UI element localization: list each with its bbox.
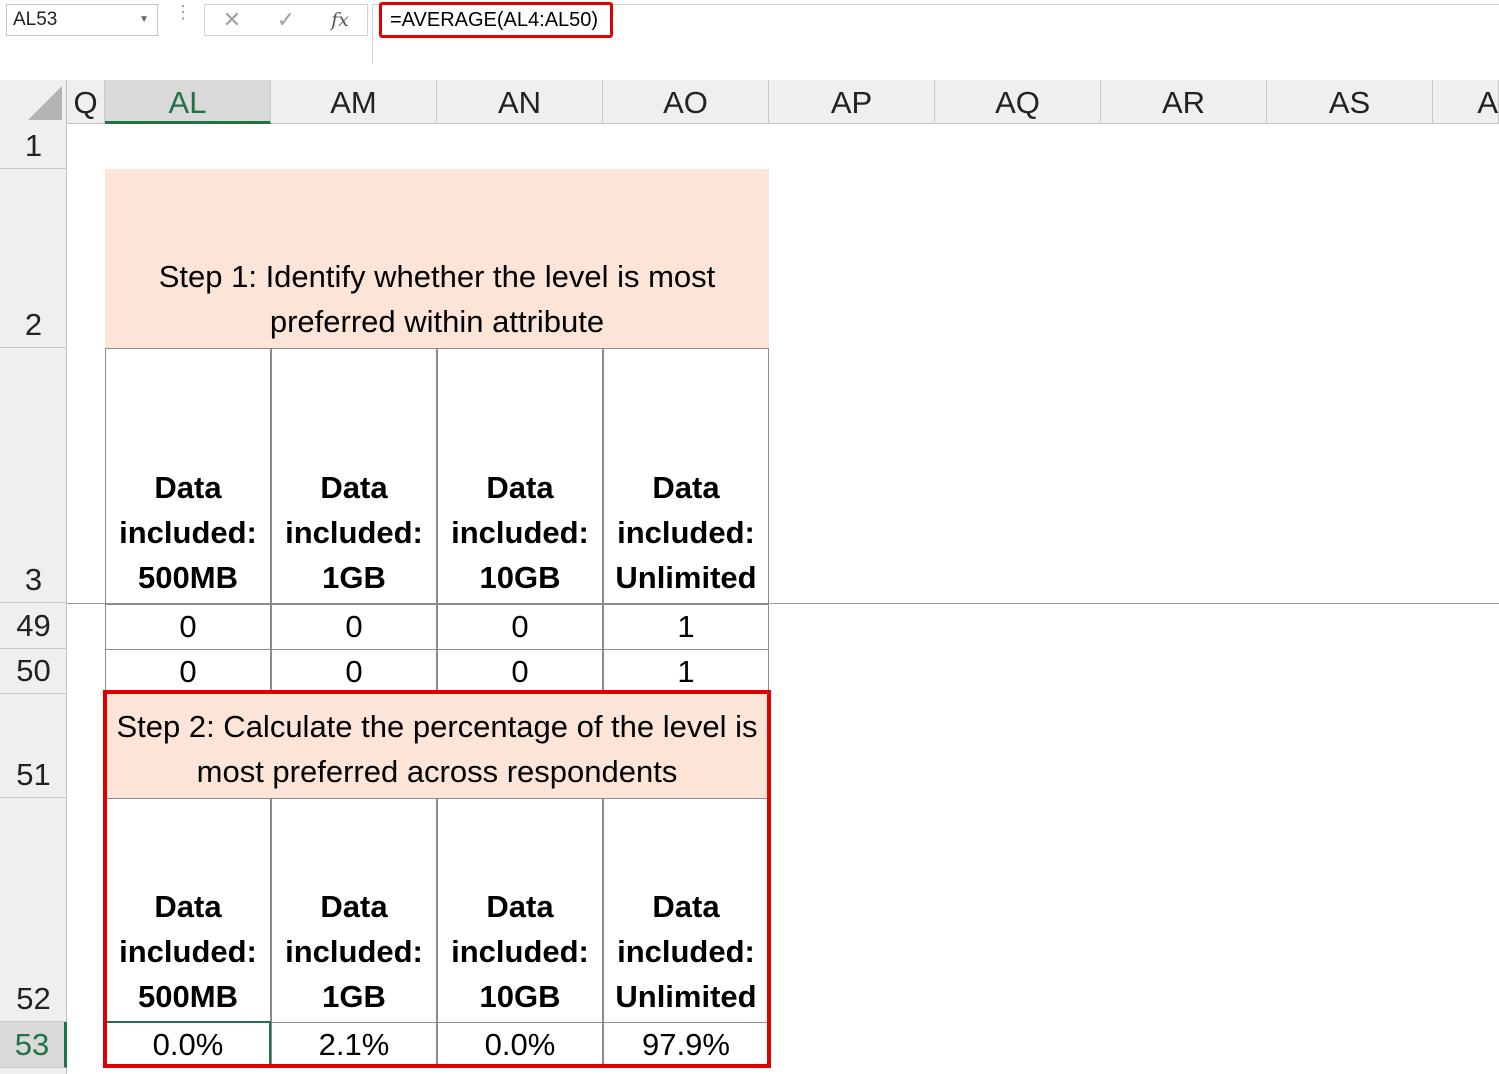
enter-icon[interactable]: ✓ xyxy=(271,5,301,35)
name-box[interactable]: AL53 ▼ xyxy=(6,4,158,36)
row-header-52[interactable]: 52 xyxy=(0,798,67,1022)
header-cell-10gb-2[interactable]: Data included: 10GB xyxy=(437,798,603,1023)
column-header-ao[interactable]: AO xyxy=(603,80,769,124)
row-header-53[interactable]: 53 xyxy=(0,1022,67,1068)
row-header-49[interactable]: 49 xyxy=(0,604,67,649)
column-header-am[interactable]: AM xyxy=(271,80,437,124)
formula-bar-area: AL53 ▼ ⋮ ✕ ✓ fx =AVERAGE(AL4:AL50) xyxy=(0,0,1499,64)
chevron-down-icon[interactable]: ▼ xyxy=(139,5,149,35)
header-text: Data included: Unlimited xyxy=(615,889,757,1014)
step1-cell[interactable]: Step 1: Identify whether the level is mo… xyxy=(105,169,769,348)
cancel-icon[interactable]: ✕ xyxy=(217,5,247,35)
column-header-aq[interactable]: AQ xyxy=(935,80,1101,124)
step2-cell[interactable]: Step 2: Calculate the percentage of the … xyxy=(105,694,769,798)
header-cell-1gb[interactable]: Data included: 1GB xyxy=(271,348,437,604)
cell-al50[interactable]: 0 xyxy=(105,649,271,695)
cell-am53[interactable]: 2.1% xyxy=(271,1022,437,1068)
cell-ao50[interactable]: 1 xyxy=(603,649,769,695)
select-all-corner[interactable] xyxy=(0,80,67,124)
cell-al53-selected[interactable]: 0.0% xyxy=(105,1021,271,1068)
column-header-ar[interactable]: AR xyxy=(1101,80,1267,124)
cell-ao49[interactable]: 1 xyxy=(603,604,769,650)
column-header-partial[interactable]: A xyxy=(1433,80,1499,124)
column-header-q[interactable]: Q xyxy=(67,80,105,124)
header-text: Data included: 1GB xyxy=(285,470,423,595)
more-options-icon[interactable]: ⋮ xyxy=(174,3,192,32)
cell-am49[interactable]: 0 xyxy=(271,604,437,650)
header-text: Data included: 500MB xyxy=(119,889,257,1014)
header-cell-1gb-2[interactable]: Data included: 1GB xyxy=(271,798,437,1023)
row-header-3[interactable]: 3 xyxy=(0,348,67,603)
row-header-50[interactable]: 50 xyxy=(0,649,67,694)
insert-function-icon[interactable]: fx xyxy=(325,5,355,35)
cell-an49[interactable]: 0 xyxy=(437,604,603,650)
header-text: Data included: 1GB xyxy=(285,889,423,1014)
column-header-ap[interactable]: AP xyxy=(769,80,935,124)
cell-am50[interactable]: 0 xyxy=(271,649,437,695)
row-header-51[interactable]: 51 xyxy=(0,694,67,798)
header-text: Data included: 10GB xyxy=(451,889,589,1014)
formula-buttons: ✕ ✓ fx xyxy=(204,4,368,36)
header-text: Data included: 500MB xyxy=(119,470,257,595)
header-cell-500mb[interactable]: Data included: 500MB xyxy=(105,348,271,604)
row-header-1[interactable]: 1 xyxy=(0,124,67,169)
header-cell-unlimited[interactable]: Data included: Unlimited xyxy=(603,348,769,604)
formula-text[interactable]: =AVERAGE(AL4:AL50) xyxy=(379,2,614,38)
column-header-as[interactable]: AS xyxy=(1267,80,1433,124)
cell-al49[interactable]: 0 xyxy=(105,604,271,650)
row-header-2[interactable]: 2 xyxy=(0,169,67,348)
header-cell-500mb-2[interactable]: Data included: 500MB xyxy=(105,798,271,1023)
step1-text: Step 1: Identify whether the level is mo… xyxy=(158,259,716,339)
column-header-an[interactable]: AN xyxy=(437,80,603,124)
column-header-al[interactable]: AL xyxy=(105,80,271,124)
cell-ao53[interactable]: 97.9% xyxy=(603,1022,769,1068)
name-box-value: AL53 xyxy=(13,9,58,30)
step2-text: Step 2: Calculate the percentage of the … xyxy=(116,709,758,789)
header-cell-10gb[interactable]: Data included: 10GB xyxy=(437,348,603,604)
header-cell-unlimited-2[interactable]: Data included: Unlimited xyxy=(603,798,769,1023)
select-all-icon xyxy=(28,86,62,120)
cell-an50[interactable]: 0 xyxy=(437,649,603,695)
cell-an53[interactable]: 0.0% xyxy=(437,1022,603,1068)
header-text: Data included: 10GB xyxy=(451,470,589,595)
header-text: Data included: Unlimited xyxy=(615,470,757,595)
